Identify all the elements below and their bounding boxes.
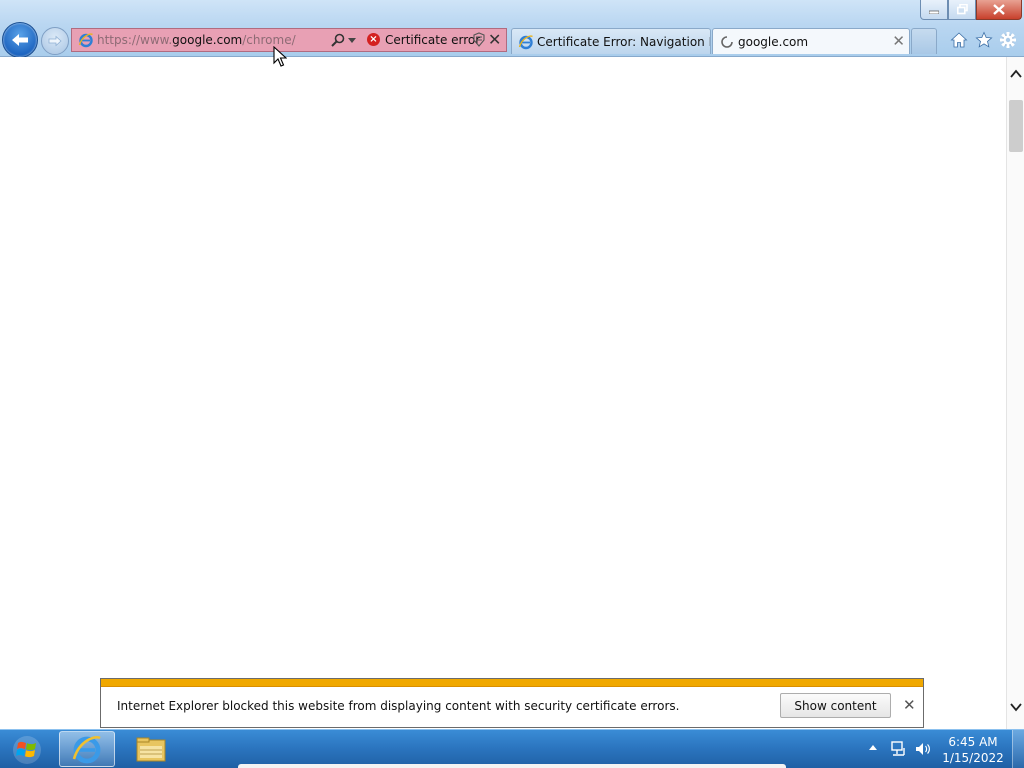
close-icon bbox=[993, 4, 1005, 15]
restore-icon bbox=[956, 4, 968, 15]
new-tab-button[interactable] bbox=[911, 28, 937, 54]
tab-label: google.com bbox=[738, 35, 809, 49]
vertical-scrollbar[interactable] bbox=[1006, 57, 1024, 729]
notification-close-icon[interactable]: ✕ bbox=[903, 696, 916, 714]
taskbar-ie-button[interactable] bbox=[59, 731, 115, 767]
restore-button[interactable] bbox=[948, 0, 976, 20]
url-path: /chrome/ bbox=[242, 33, 296, 47]
back-arrow-icon bbox=[12, 34, 28, 46]
scroll-down-icon[interactable] bbox=[1009, 700, 1023, 714]
taskbar: 6:45 AM 1/15/2022 bbox=[0, 729, 1024, 768]
minimize-button[interactable] bbox=[920, 0, 948, 20]
tab-label: Certificate Error: Navigation Bl... bbox=[537, 35, 710, 49]
taskbar-explorer-button[interactable] bbox=[123, 731, 179, 767]
minimize-icon bbox=[929, 10, 939, 14]
loading-spinner-icon bbox=[721, 36, 733, 48]
file-explorer-icon bbox=[136, 737, 166, 762]
tab-close-icon[interactable]: ✕ bbox=[892, 32, 905, 50]
show-hidden-icons-icon[interactable] bbox=[869, 745, 877, 750]
close-window-button[interactable] bbox=[976, 0, 1022, 20]
certificate-error-label[interactable]: Certificate error bbox=[385, 33, 480, 47]
system-clock[interactable]: 6:45 AM 1/15/2022 bbox=[940, 734, 1006, 766]
scroll-up-icon[interactable] bbox=[1009, 67, 1023, 81]
ie-window: https://www.google.com/chrome/ × Certifi… bbox=[0, 0, 1024, 729]
clock-date: 1/15/2022 bbox=[942, 751, 1004, 765]
compatibility-view-icon[interactable] bbox=[472, 32, 486, 47]
stop-icon[interactable]: ✕ bbox=[488, 30, 501, 49]
home-icon[interactable] bbox=[949, 30, 969, 50]
forward-arrow-icon bbox=[48, 35, 62, 47]
search-icon[interactable] bbox=[330, 32, 346, 48]
taskbar-thumbnail-preview bbox=[238, 764, 786, 768]
ie-page-icon bbox=[78, 33, 93, 48]
address-url[interactable]: https://www.google.com/chrome/ bbox=[97, 33, 296, 47]
notification-message: Internet Explorer blocked this website f… bbox=[117, 699, 680, 713]
address-dropdown-icon[interactable] bbox=[348, 38, 356, 43]
windows-logo-icon bbox=[13, 736, 41, 764]
url-domain: google.com bbox=[172, 33, 243, 47]
page-content bbox=[0, 57, 1006, 729]
back-button[interactable] bbox=[2, 22, 38, 58]
favorites-star-icon[interactable] bbox=[974, 30, 994, 50]
forward-button[interactable] bbox=[41, 27, 69, 55]
network-icon[interactable] bbox=[890, 740, 908, 758]
show-desktop-button[interactable] bbox=[1012, 730, 1024, 768]
volume-icon[interactable] bbox=[914, 740, 932, 758]
mouse-cursor-icon bbox=[273, 46, 287, 67]
tools-gear-icon[interactable] bbox=[998, 30, 1018, 50]
tab-google[interactable]: google.com ✕ bbox=[712, 28, 910, 54]
scrollbar-thumb[interactable] bbox=[1009, 100, 1023, 152]
certificate-error-icon[interactable]: × bbox=[367, 33, 380, 46]
notification-stripe bbox=[101, 679, 923, 687]
internet-explorer-icon bbox=[72, 736, 101, 764]
clock-time: 6:45 AM bbox=[948, 735, 998, 749]
ie-tab-icon bbox=[518, 35, 533, 50]
address-bar[interactable]: https://www.google.com/chrome/ × Certifi… bbox=[71, 28, 507, 52]
start-button[interactable] bbox=[4, 732, 50, 768]
url-prefix: https://www. bbox=[97, 33, 173, 47]
notification-bar: Internet Explorer blocked this website f… bbox=[100, 678, 924, 728]
tab-certificate-error[interactable]: Certificate Error: Navigation Bl... bbox=[511, 28, 711, 54]
show-content-button[interactable]: Show content bbox=[780, 693, 891, 718]
window-controls bbox=[920, 0, 1022, 20]
title-bar: https://www.google.com/chrome/ × Certifi… bbox=[0, 0, 1024, 58]
